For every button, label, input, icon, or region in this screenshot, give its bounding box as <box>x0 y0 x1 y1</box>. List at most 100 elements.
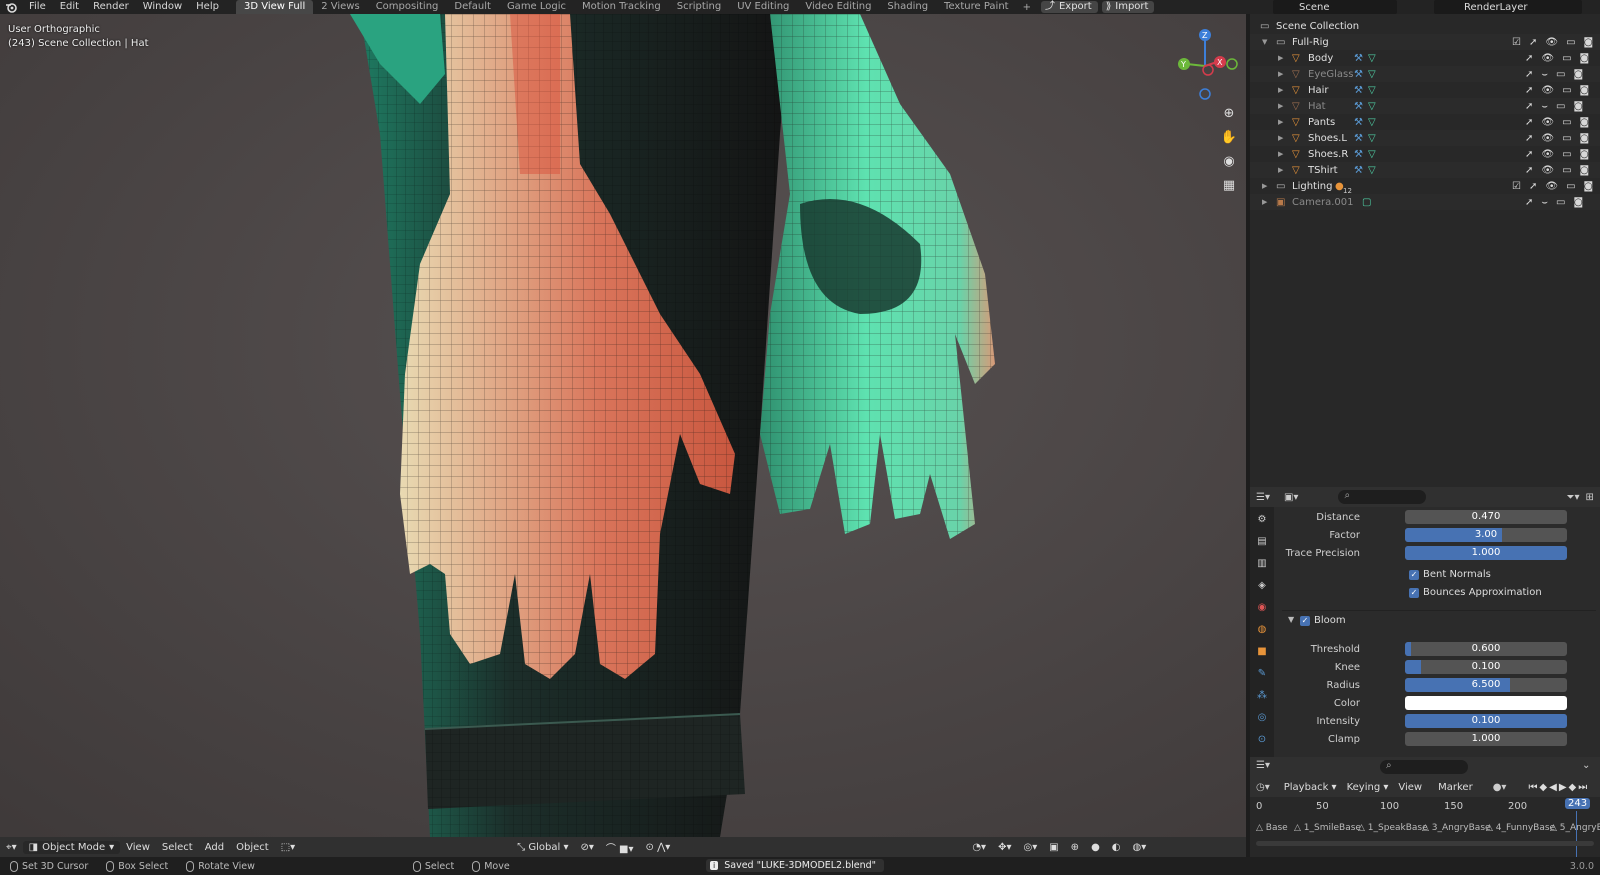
export-button[interactable]: ⤴ Export <box>1040 1 1098 13</box>
tab-compositing[interactable]: Compositing <box>368 0 447 14</box>
select-arrow-icon[interactable]: ➚ <box>1529 181 1537 192</box>
bent-normals-checkbox[interactable]: ✓ <box>1409 570 1419 580</box>
shading-rendered-icon[interactable]: ◍▾ <box>1127 842 1153 853</box>
marker-base[interactable]: △ Base <box>1256 823 1288 833</box>
record-icon[interactable]: ●▾ <box>1493 782 1507 793</box>
monitor-icon[interactable]: ▭ <box>1562 149 1571 160</box>
orientation-dropdown[interactable]: ⤡ Global ▾ <box>511 842 574 853</box>
menu-edit[interactable]: Edit <box>53 0 86 14</box>
monitor-icon[interactable]: ▭ <box>1562 117 1571 128</box>
timeline-view-menu[interactable]: View <box>1398 782 1422 793</box>
playhead[interactable] <box>1576 811 1577 857</box>
display-mode-icon[interactable]: ▣▾ <box>1284 492 1298 503</box>
3d-viewport[interactable]: User Orthographic (243) Scene Collection… <box>0 14 1246 837</box>
eye-icon[interactable]: 👁 <box>1541 133 1554 144</box>
tab-game-logic[interactable]: Game Logic <box>499 0 574 14</box>
chevron-down-icon[interactable]: ⌄ <box>1582 760 1590 771</box>
monitor-icon[interactable]: ▭ <box>1566 181 1575 192</box>
camera-icon[interactable]: ◙ <box>1573 101 1583 112</box>
editor-type-icon[interactable]: ☰▾ <box>1256 492 1270 503</box>
eye-icon[interactable]: 👁 <box>1541 53 1554 64</box>
tab-motion-tracking[interactable]: Motion Tracking <box>574 0 669 14</box>
eye-closed-icon[interactable]: ⌣ <box>1541 69 1548 80</box>
timeline-scrollbar[interactable] <box>1256 841 1594 846</box>
eye-icon[interactable]: 👁 <box>1545 181 1558 192</box>
tab-texture-paint[interactable]: Texture Paint <box>936 0 1017 14</box>
constraints-tab-icon[interactable]: ⊙ <box>1254 731 1270 747</box>
tab-video-editing[interactable]: Video Editing <box>797 0 879 14</box>
xray-icon[interactable]: ▣ <box>1043 842 1064 853</box>
monitor-icon[interactable]: ▭ <box>1562 53 1571 64</box>
camera-icon[interactable]: ◙ <box>1580 117 1590 128</box>
outliner-item-object[interactable]: ▶ ▽ Hat ⚒ ▽ ➚ ⌣ ▭ ◙ <box>1250 98 1600 114</box>
eye-closed-icon[interactable]: ⌣ <box>1541 101 1548 112</box>
zoom-icon[interactable]: ⊕ <box>1218 102 1240 124</box>
marker-4-funny[interactable]: △ 4_FunnyBase <box>1486 823 1555 833</box>
search-input[interactable]: ⌕ <box>1380 760 1468 774</box>
clock-icon[interactable]: ◷▾ <box>1256 782 1270 793</box>
chevron-down-icon[interactable]: ▼ <box>1288 615 1294 624</box>
camera-icon[interactable]: ◙ <box>1580 149 1590 160</box>
marker-1-speak[interactable]: △ 1_SpeakBase <box>1358 823 1428 833</box>
menu-help[interactable]: Help <box>189 0 226 14</box>
radius-slider[interactable]: 6.500 <box>1405 678 1567 692</box>
select-arrow-icon[interactable]: ➚ <box>1525 165 1533 176</box>
scene-selector[interactable]: Scene <box>1273 0 1397 14</box>
tab-default[interactable]: Default <box>446 0 499 14</box>
expand-icon[interactable]: ▶ <box>1278 118 1283 126</box>
navigation-gizmo[interactable]: Z Y X <box>1170 22 1240 102</box>
expand-icon[interactable]: ▶ <box>1278 150 1283 158</box>
marker-5-angry[interactable]: △ 5_AngryB <box>1550 823 1600 833</box>
eye-icon[interactable]: 👁 <box>1541 117 1554 128</box>
pan-hand-icon[interactable]: ✋ <box>1218 126 1240 148</box>
blender-logo-icon[interactable] <box>0 0 22 14</box>
trace-precision-slider[interactable]: 1.000 <box>1405 546 1567 560</box>
monitor-icon[interactable]: ▭ <box>1556 197 1565 208</box>
factor-slider[interactable]: 3.00 <box>1405 528 1567 542</box>
current-frame-indicator[interactable]: 243 <box>1565 798 1591 809</box>
bloom-label[interactable]: Bloom <box>1314 615 1346 626</box>
select-arrow-icon[interactable]: ➚ <box>1525 53 1533 64</box>
outliner-item-object[interactable]: ▶ ▽ Shoes.L ⚒ ▽ ➚ 👁 ▭ ◙ <box>1250 130 1600 146</box>
search-input[interactable]: ⌕ <box>1338 490 1427 504</box>
outliner-item-object[interactable]: ▶ ▽ Hair ⚒ ▽ ➚ 👁 ▭ ◙ <box>1250 82 1600 98</box>
expand-icon[interactable]: ▶ <box>1278 54 1283 62</box>
outliner-item-object[interactable]: ▶ ▽ TShirt ⚒ ▽ ➚ 👁 ▭ ◙ <box>1250 162 1600 178</box>
checkbox-icon[interactable]: ☑ <box>1512 181 1521 192</box>
pivot-icon[interactable]: ⊘▾ <box>574 842 599 853</box>
add-menu[interactable]: Add <box>199 842 230 853</box>
select-arrow-icon[interactable]: ➚ <box>1525 85 1533 96</box>
tab-2-views[interactable]: 2 Views <box>313 0 367 14</box>
editor-type-icon[interactable]: ☰▾ <box>1256 760 1270 771</box>
checkbox-icon[interactable]: ☑ <box>1512 37 1521 48</box>
select-arrow-icon[interactable]: ➚ <box>1525 101 1533 112</box>
threshold-slider[interactable]: 0.600 <box>1405 642 1567 656</box>
menu-window[interactable]: Window <box>136 0 189 14</box>
tab-uv-editing[interactable]: UV Editing <box>729 0 797 14</box>
select-menu[interactable]: Select <box>156 842 199 853</box>
eye-icon[interactable]: 👁 <box>1541 85 1554 96</box>
distance-slider[interactable]: 0.470 <box>1405 510 1567 524</box>
expand-icon[interactable]: ▶ <box>1262 198 1267 206</box>
bloom-color-swatch[interactable] <box>1405 696 1567 710</box>
select-arrow-icon[interactable]: ➚ <box>1525 197 1533 208</box>
select-arrow-icon[interactable]: ➚ <box>1525 117 1533 128</box>
object-menu[interactable]: Object <box>230 842 275 853</box>
view-layer-tab-icon[interactable]: ◈ <box>1254 577 1270 593</box>
monitor-icon[interactable]: ▭ <box>1556 101 1565 112</box>
world-tab-icon[interactable]: ◍ <box>1254 621 1270 637</box>
monitor-icon[interactable]: ▭ <box>1562 85 1571 96</box>
expand-icon[interactable]: ▼ <box>1262 38 1267 46</box>
camera-view-icon[interactable]: ◉ <box>1218 150 1240 172</box>
visibility-icon[interactable]: ◔▾ <box>966 842 992 853</box>
tool-tab-icon[interactable]: ⚙ <box>1254 511 1270 527</box>
select-arrow-icon[interactable]: ➚ <box>1525 149 1533 160</box>
eye-icon[interactable]: 👁 <box>1545 37 1558 48</box>
eye-icon[interactable]: 👁 <box>1541 149 1554 160</box>
intensity-slider[interactable]: 0.100 <box>1405 714 1567 728</box>
expand-icon[interactable]: ▶ <box>1278 166 1283 174</box>
outliner-item-full-rig[interactable]: ▼ ▭ Full-Rig ☑ ➚ 👁 ▭ ◙ <box>1250 34 1600 50</box>
eye-icon[interactable]: 👁 <box>1541 165 1554 176</box>
outliner-item-camera[interactable]: ▶ ▣ Camera.001 ▢ ➚ ⌣ ▭ ◙ <box>1250 194 1600 210</box>
camera-icon[interactable]: ◙ <box>1580 53 1590 64</box>
